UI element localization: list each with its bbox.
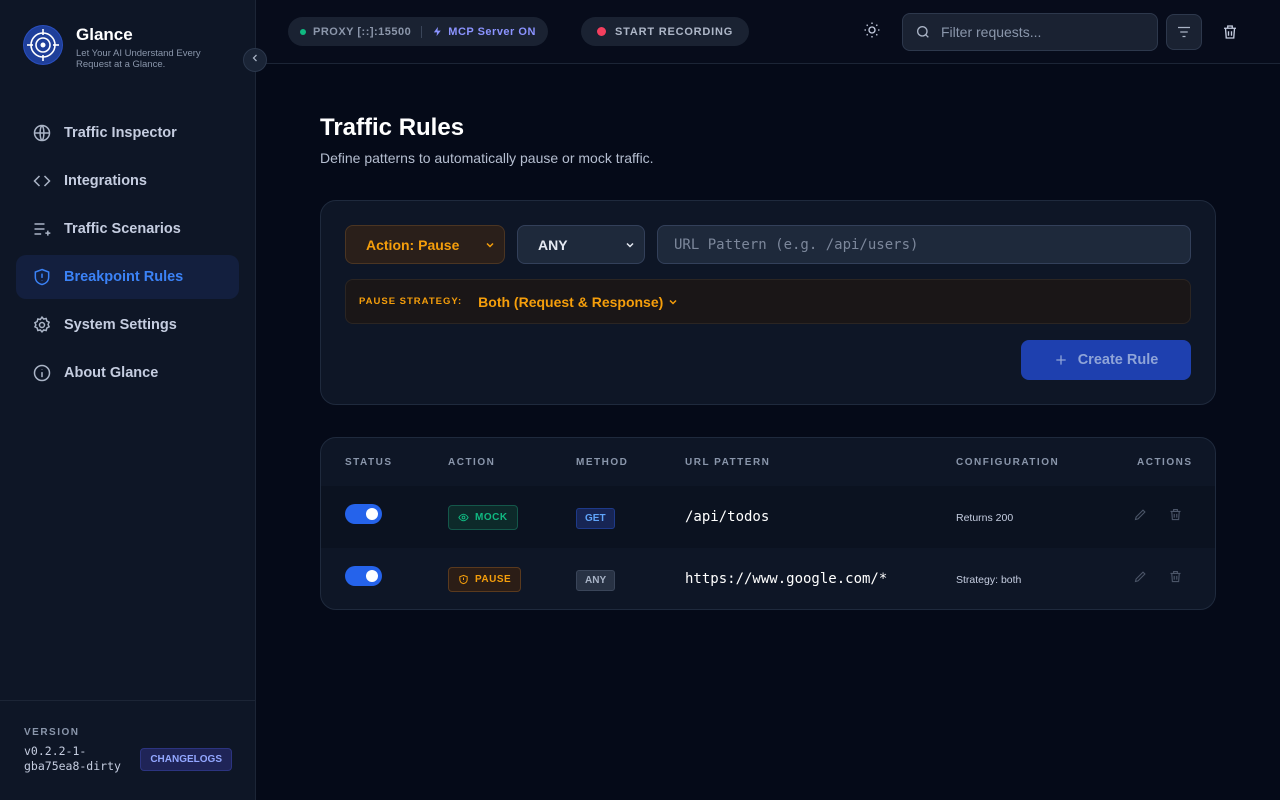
search-input[interactable] bbox=[941, 24, 1141, 40]
app-title: Glance bbox=[76, 25, 133, 44]
sidebar: Glance Let Your AI Understand Every Requ… bbox=[0, 0, 256, 800]
rule-enabled-toggle[interactable] bbox=[345, 504, 382, 524]
sidebar-item-integrations[interactable]: Integrations bbox=[16, 159, 239, 203]
search-box bbox=[902, 13, 1158, 51]
pencil-icon bbox=[1133, 507, 1148, 522]
eye-icon bbox=[458, 512, 469, 523]
trash-icon bbox=[1168, 569, 1183, 584]
sidebar-item-breakpoint-rules[interactable]: Breakpoint Rules bbox=[16, 255, 239, 299]
method-badge: GET bbox=[576, 508, 615, 529]
edit-rule-button[interactable] bbox=[1133, 507, 1148, 522]
plus-icon bbox=[1054, 353, 1068, 367]
filter-icon bbox=[1175, 23, 1193, 41]
gear-icon bbox=[32, 315, 52, 335]
sidebar-item-label: About Glance bbox=[64, 365, 159, 381]
table-row: MOCK GET /api/todos Returns 200 bbox=[321, 486, 1215, 548]
brand: Glance Let Your AI Understand Every Requ… bbox=[24, 26, 216, 70]
url-pattern-field bbox=[657, 225, 1191, 264]
delete-rule-button[interactable] bbox=[1168, 569, 1183, 584]
mcp-status: MCP Server ON bbox=[448, 25, 536, 38]
shield-alert-icon bbox=[32, 267, 52, 287]
code-icon bbox=[32, 171, 52, 191]
sidebar-item-about[interactable]: About Glance bbox=[16, 351, 239, 395]
sidebar-item-system-settings[interactable]: System Settings bbox=[16, 303, 239, 347]
sidebar-item-traffic-inspector[interactable]: Traffic Inspector bbox=[16, 111, 239, 155]
action-select[interactable]: Action: Pause bbox=[345, 225, 505, 264]
pause-strategy-select[interactable]: Both (Request & Response) bbox=[478, 294, 679, 310]
rule-form: Action: Pause ANY PAUSE STRATEGY: Both (… bbox=[320, 200, 1216, 405]
column-header-url: URL PATTERN bbox=[685, 457, 771, 468]
action-badge-label: PAUSE bbox=[475, 574, 512, 585]
status-dot-icon bbox=[300, 28, 306, 35]
pause-strategy-label: PAUSE STRATEGY: bbox=[359, 296, 463, 307]
sidebar-item-label: Traffic Scenarios bbox=[64, 221, 181, 237]
collapse-sidebar-button[interactable] bbox=[243, 48, 267, 72]
version-value: v0.2.2-1-gba75ea8-dirty bbox=[24, 744, 121, 773]
method-badge: ANY bbox=[576, 570, 616, 591]
proxy-address: PROXY [::]:15500 bbox=[313, 25, 412, 38]
url-pattern: https://www.google.com/* bbox=[685, 571, 888, 587]
pause-strategy-row: PAUSE STRATEGY: Both (Request & Response… bbox=[345, 279, 1191, 324]
column-header-action: ACTION bbox=[448, 457, 496, 468]
sidebar-nav: Traffic Inspector Integrations Traffic S… bbox=[16, 111, 239, 399]
url-pattern: /api/todos bbox=[685, 509, 770, 525]
topbar: PROXY [::]:15500 MCP Server ON START REC… bbox=[256, 0, 1280, 64]
globe-icon bbox=[32, 123, 52, 143]
sidebar-item-traffic-scenarios[interactable]: Traffic Scenarios bbox=[16, 207, 239, 251]
trash-icon bbox=[1221, 23, 1239, 41]
sidebar-item-label: Integrations bbox=[64, 173, 147, 189]
bolt-icon bbox=[432, 26, 443, 37]
action-select-value: Action: Pause bbox=[366, 236, 460, 253]
configuration: Strategy: both bbox=[956, 574, 1022, 586]
sidebar-item-label: Traffic Inspector bbox=[64, 125, 177, 141]
column-header-method: METHOD bbox=[576, 457, 629, 468]
search-icon bbox=[915, 24, 931, 40]
app-tagline: Let Your AI Understand Every Request at … bbox=[76, 48, 201, 70]
column-header-actions: ACTIONS bbox=[1137, 457, 1193, 468]
action-badge: PAUSE bbox=[448, 567, 522, 592]
create-rule-button[interactable]: Create Rule bbox=[1021, 340, 1191, 380]
pause-strategy-value: Both (Request & Response) bbox=[478, 293, 664, 310]
configuration: Returns 200 bbox=[956, 512, 1014, 524]
rules-table: STATUS ACTION METHOD URL PATTERN CONFIGU… bbox=[320, 437, 1216, 610]
record-label: START RECORDING bbox=[615, 25, 734, 38]
table-row: PAUSE ANY https://www.google.com/* Strat… bbox=[321, 548, 1215, 609]
column-header-status: STATUS bbox=[345, 457, 393, 468]
method-select[interactable]: ANY bbox=[517, 225, 645, 264]
sidebar-item-label: Breakpoint Rules bbox=[64, 269, 184, 285]
page-title: Traffic Rules bbox=[320, 114, 465, 141]
chevron-down-icon bbox=[667, 296, 679, 308]
create-rule-label: Create Rule bbox=[1077, 352, 1159, 368]
proxy-status: PROXY [::]:15500 MCP Server ON bbox=[288, 17, 548, 46]
action-badge: MOCK bbox=[448, 505, 518, 530]
sidebar-footer: VERSION v0.2.2-1-gba75ea8-dirty CHANGELO… bbox=[0, 700, 256, 800]
column-header-config: CONFIGURATION bbox=[956, 457, 1060, 468]
start-recording-button[interactable]: START RECORDING bbox=[581, 17, 750, 46]
delete-rule-button[interactable] bbox=[1168, 507, 1183, 522]
chevron-down-icon bbox=[624, 239, 636, 251]
record-dot-icon bbox=[597, 27, 606, 36]
info-icon bbox=[32, 363, 52, 383]
chevron-down-icon bbox=[484, 239, 496, 251]
logo-icon bbox=[24, 26, 62, 64]
changelogs-button[interactable]: CHANGELOGS bbox=[140, 747, 232, 771]
shield-alert-icon bbox=[458, 574, 469, 585]
version-label: VERSION bbox=[24, 727, 80, 738]
trash-icon bbox=[1168, 507, 1183, 522]
pencil-icon bbox=[1133, 569, 1148, 584]
rule-enabled-toggle[interactable] bbox=[345, 566, 382, 586]
list-plus-icon bbox=[32, 219, 52, 239]
sun-icon bbox=[863, 21, 881, 44]
sidebar-item-label: System Settings bbox=[64, 317, 177, 333]
chevron-left-icon bbox=[249, 51, 261, 69]
theme-toggle-button[interactable] bbox=[860, 20, 884, 44]
filter-button[interactable] bbox=[1166, 14, 1202, 50]
method-select-value: ANY bbox=[538, 236, 568, 253]
edit-rule-button[interactable] bbox=[1133, 569, 1148, 584]
action-badge-label: MOCK bbox=[475, 512, 508, 523]
url-pattern-input[interactable] bbox=[674, 236, 1174, 253]
page-subtitle: Define patterns to automatically pause o… bbox=[320, 150, 654, 166]
clear-requests-button[interactable] bbox=[1218, 20, 1242, 44]
